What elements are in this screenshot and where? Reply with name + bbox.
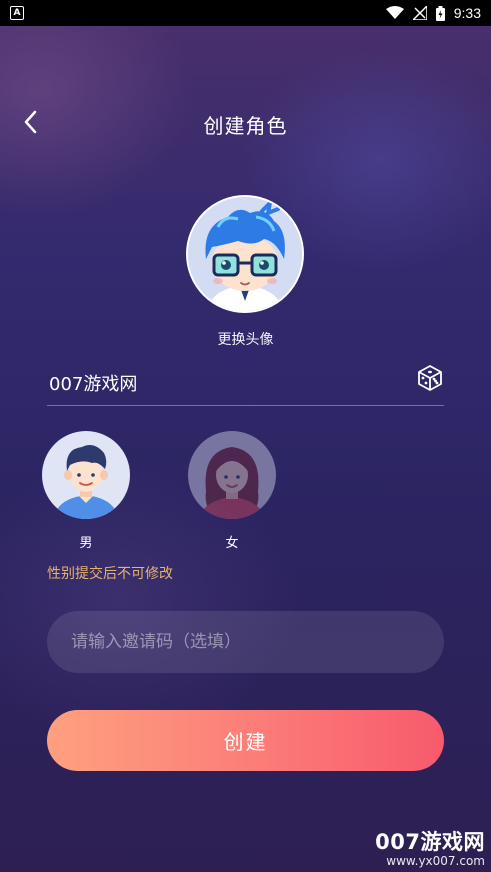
signal-icon <box>412 6 427 20</box>
watermark: 007游戏网 www.yx007.com <box>375 826 485 868</box>
female-avatar <box>188 431 276 519</box>
male-avatar-image <box>42 431 130 519</box>
gender-label-male: 男 <box>79 536 93 551</box>
avatar-image <box>188 197 302 311</box>
random-name-button[interactable] <box>416 364 444 392</box>
change-avatar-link[interactable]: 更换头像 <box>0 329 491 349</box>
watermark-url: www.yx007.com <box>386 854 485 868</box>
dice-icon <box>418 365 442 391</box>
status-bar: A 9:33 <box>0 0 491 26</box>
watermark-logo: 007游戏网 <box>375 830 485 854</box>
create-button[interactable]: 创建 <box>47 710 444 771</box>
invite-code-field <box>47 611 444 673</box>
app-notification-icon: A <box>10 6 24 20</box>
gender-option-male[interactable]: 男 <box>41 431 131 551</box>
page-title: 创建角色 <box>203 114 288 138</box>
male-avatar <box>42 431 130 519</box>
invite-code-input[interactable] <box>47 611 444 673</box>
gender-label-female: 女 <box>225 536 239 551</box>
avatar[interactable] <box>186 195 304 313</box>
nickname-input[interactable] <box>47 366 391 400</box>
wifi-icon <box>385 6 404 19</box>
header: 创建角色 <box>0 100 491 144</box>
clock: 9:33 <box>453 5 481 21</box>
name-row <box>47 360 444 406</box>
gender-option-female[interactable]: 女 <box>187 431 277 551</box>
gender-hint: 性别提交后不可修改 <box>47 566 173 582</box>
battery-icon <box>435 5 445 21</box>
female-avatar-image <box>188 431 276 519</box>
